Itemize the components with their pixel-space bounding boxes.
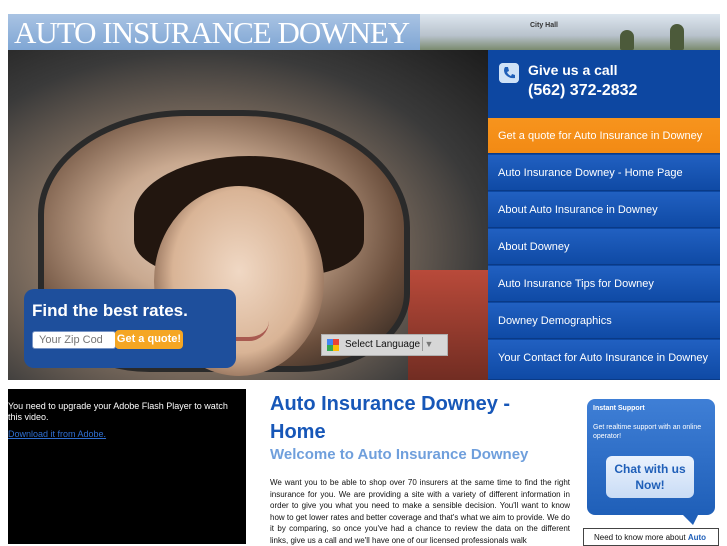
speech-bubble-tail: [681, 513, 699, 525]
sidebar-item-tips[interactable]: Auto Insurance Tips for Downey: [488, 266, 720, 302]
support-title: Instant Support: [593, 405, 645, 412]
intro-paragraph: We want you to be able to shop over 70 i…: [270, 478, 570, 545]
sidebar-item-about-insurance[interactable]: About Auto Insurance in Downey: [488, 192, 720, 228]
know-more-box: Need to know more about Auto: [583, 528, 719, 546]
google-translate-icon: [327, 339, 339, 351]
flash-upgrade-message: You need to upgrade your Adobe Flash Pla…: [8, 401, 228, 422]
chat-now-button[interactable]: Chat with us Now!: [606, 456, 694, 498]
city-hall-sign: City Hall: [530, 22, 559, 29]
know-more-text: Need to know more about: [594, 533, 688, 542]
get-quote-button[interactable]: Get a quote!: [115, 330, 183, 349]
site-logo-title[interactable]: AUTO INSURANCE DOWNEY: [14, 17, 410, 49]
phone-icon: [499, 63, 519, 83]
site-header: AUTO INSURANCE DOWNEY City Hall: [8, 14, 720, 50]
car-body-image: [408, 270, 488, 380]
download-flash-link[interactable]: Download it from Adobe.: [8, 429, 106, 439]
hero-image: Find the best rates. Get a quote! Select…: [8, 50, 488, 380]
sidebar-nav: Give us a call (562) 372-2832 Get a quot…: [488, 50, 720, 380]
language-selector[interactable]: Select Language ▼: [321, 334, 448, 356]
know-more-link[interactable]: Auto: [688, 533, 706, 542]
page-title: Auto Insurance Downey - Home: [270, 393, 511, 443]
page-subtitle: Welcome to Auto Insurance Downey: [270, 446, 529, 463]
sidebar-item-home[interactable]: Auto Insurance Downey - Home Page: [488, 155, 720, 191]
call-box: Give us a call (562) 372-2832: [488, 50, 720, 118]
tree-image: [670, 24, 684, 50]
language-label: Select Language: [345, 339, 421, 350]
support-subtitle: Get realtime support with an online oper…: [593, 424, 702, 440]
zip-code-input[interactable]: [32, 331, 116, 349]
flash-video-placeholder: You need to upgrade your Adobe Flash Pla…: [8, 389, 246, 544]
call-heading: Give us a call: [528, 62, 618, 78]
sidebar-item-contact[interactable]: Your Contact for Auto Insurance in Downe…: [488, 340, 720, 380]
page: AUTO INSURANCE DOWNEY City Hall Find the…: [8, 14, 720, 546]
city-hall-photo: City Hall: [420, 14, 720, 50]
dropdown-arrow-icon[interactable]: ▼: [422, 337, 435, 351]
rates-box: Find the best rates. Get a quote!: [24, 289, 236, 368]
instant-support-widget: Instant Support Get realtime support wit…: [587, 399, 715, 525]
rates-title: Find the best rates.: [32, 301, 188, 320]
tree-image: [620, 30, 634, 50]
sidebar-item-about-downey[interactable]: About Downey: [488, 229, 720, 265]
sidebar-item-demographics[interactable]: Downey Demographics: [488, 303, 720, 339]
phone-number[interactable]: (562) 372-2832: [528, 82, 637, 100]
sidebar-item-get-quote[interactable]: Get a quote for Auto Insurance in Downey: [488, 118, 720, 154]
